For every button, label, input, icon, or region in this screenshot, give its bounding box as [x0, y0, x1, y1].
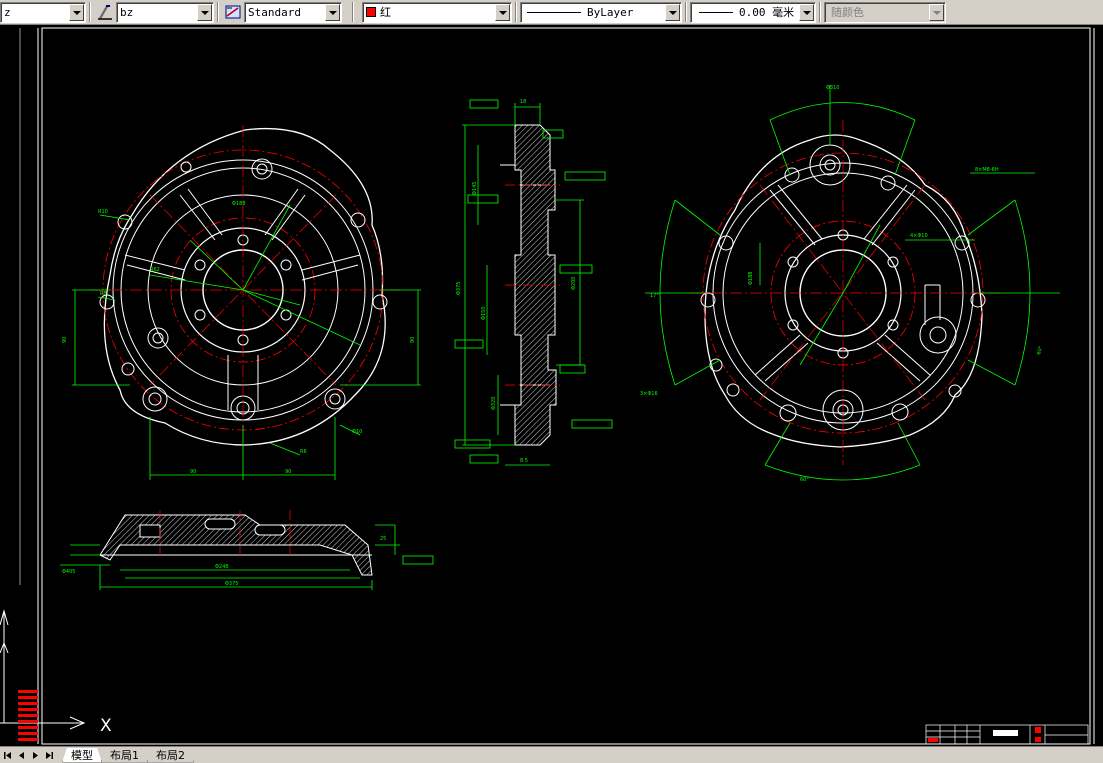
linetype-combo[interactable]: ByLayer: [520, 1, 682, 23]
color-swatch: [366, 7, 376, 17]
side-section-view: Φ375 Φ248 Φ405 25: [60, 510, 434, 590]
svg-text:R10: R10: [98, 209, 108, 215]
svg-text:90: 90: [62, 337, 68, 343]
properties-toolbar: z bz Standard 红 ByLayer 0.00 毫米 随颜色: [0, 0, 1103, 25]
toolbar-separator: [515, 2, 517, 22]
drawing-canvas[interactable]: X 90 90 90 90 R10 R8 R6 Φ10 Φ188 R62 Φ37…: [0, 25, 1103, 746]
ucs-x-label: X: [100, 716, 112, 736]
svg-text:90: 90: [410, 337, 416, 343]
tab-layout2-label: 布局2: [156, 748, 185, 762]
svg-text:Φ310: Φ310: [826, 85, 839, 91]
svg-text:90: 90: [285, 469, 291, 475]
toolbar-separator: [89, 2, 91, 22]
svg-text:8.5: 8.5: [520, 458, 528, 464]
ucs-icon: X: [0, 609, 112, 736]
svg-text:17°: 17°: [650, 293, 659, 299]
svg-text:Φ375: Φ375: [456, 282, 462, 295]
plotstyle-combo: 随颜色: [824, 1, 946, 23]
tab-model[interactable]: 模型: [62, 748, 102, 763]
toolbar-separator: [217, 2, 219, 22]
plotstyle-combo-value: 随颜色: [831, 6, 864, 19]
title-block: [925, 724, 1089, 745]
dim-style-combo[interactable]: Standard: [244, 1, 342, 23]
dim-style-icon[interactable]: [222, 1, 244, 23]
svg-text:Φ405: Φ405: [62, 569, 75, 575]
next-tab-button[interactable]: [29, 749, 42, 762]
layer-combo-value: z: [4, 5, 11, 19]
svg-text:Φ200: Φ200: [571, 277, 577, 290]
lineweight-preview: [699, 11, 733, 13]
svg-text:60°: 60°: [1036, 345, 1044, 356]
lineweight-combo-dropdown[interactable]: [799, 3, 814, 21]
linetype-preview: [527, 11, 581, 13]
drawing-frame: [19, 27, 1095, 745]
svg-text:Φ150: Φ150: [481, 307, 487, 320]
text-style-dropdown[interactable]: [197, 3, 212, 21]
svg-text:8×M8-6H: 8×M8-6H: [975, 167, 999, 173]
last-tab-button[interactable]: [43, 749, 56, 762]
tab-layout1-label: 布局1: [110, 748, 139, 762]
svg-text:Φ188: Φ188: [232, 201, 245, 207]
svg-text:R6: R6: [300, 449, 307, 455]
layer-legend: [18, 690, 38, 741]
lineweight-combo[interactable]: 0.00 毫米: [690, 1, 816, 23]
last-arrow-icon: [46, 751, 53, 759]
svg-text:Φ375: Φ375: [225, 581, 238, 587]
toolbar-separator: [352, 2, 354, 22]
prev-tab-button[interactable]: [15, 749, 28, 762]
dim-style-dropdown[interactable]: [325, 3, 340, 21]
svg-text:Φ145: Φ145: [472, 182, 478, 195]
layout-tab-bar: 模型 布局1 布局2: [0, 746, 1103, 763]
svg-text:Φ10: Φ10: [352, 429, 362, 435]
text-style-value: bz: [120, 5, 134, 19]
linetype-combo-value: ByLayer: [587, 5, 634, 19]
svg-text:R62: R62: [150, 267, 160, 273]
tab-model-label: 模型: [71, 748, 93, 762]
next-arrow-icon: [33, 751, 38, 759]
toolbar-separator: [819, 2, 821, 22]
lineweight-combo-value: 0.00 毫米: [739, 6, 795, 19]
layer-combo-dropdown[interactable]: [69, 3, 84, 21]
tab-layout1[interactable]: 布局1: [101, 748, 148, 763]
layer-combo[interactable]: z: [0, 1, 86, 23]
svg-text:4×Φ10: 4×Φ10: [910, 233, 928, 239]
linetype-combo-dropdown[interactable]: [665, 3, 680, 21]
color-combo-value: 红: [380, 6, 391, 19]
rear-view: Φ310 17° 60° 60° 8×M8-6H 4×Φ10 Φ188 3×Φ16: [640, 85, 1060, 483]
svg-text:60°: 60°: [800, 477, 809, 483]
first-arrow-icon: [4, 751, 11, 759]
section-view: Φ375 Φ145 Φ150 Φ320 18 Φ200 8.5: [454, 99, 613, 466]
svg-text:Φ320: Φ320: [491, 397, 497, 410]
prev-arrow-icon: [19, 751, 24, 759]
svg-text:3×Φ16: 3×Φ16: [640, 391, 658, 397]
text-style-combo[interactable]: bz: [116, 1, 214, 23]
toolbar-separator: [685, 2, 687, 22]
text-style-icon[interactable]: [94, 1, 116, 23]
dim-style-value: Standard: [248, 5, 301, 19]
color-combo-dropdown[interactable]: [495, 3, 510, 21]
cad-drawing: X 90 90 90 90 R10R8 R6Φ10 Φ188R62 Φ375 Φ…: [0, 27, 1095, 745]
svg-text:25: 25: [380, 536, 386, 542]
svg-text:Φ188: Φ188: [748, 272, 754, 285]
front-view: 90 90 90 90 R10 R8 R6 Φ10 Φ188 R62: [62, 125, 421, 480]
svg-text:Φ248: Φ248: [215, 564, 228, 570]
svg-text:R8: R8: [100, 291, 107, 297]
color-combo[interactable]: 红: [362, 1, 512, 23]
svg-text:18: 18: [520, 99, 526, 105]
svg-text:90: 90: [190, 469, 196, 475]
plotstyle-combo-dropdown: [929, 3, 944, 21]
first-tab-button[interactable]: [1, 749, 14, 762]
tab-layout2[interactable]: 布局2: [147, 748, 194, 763]
